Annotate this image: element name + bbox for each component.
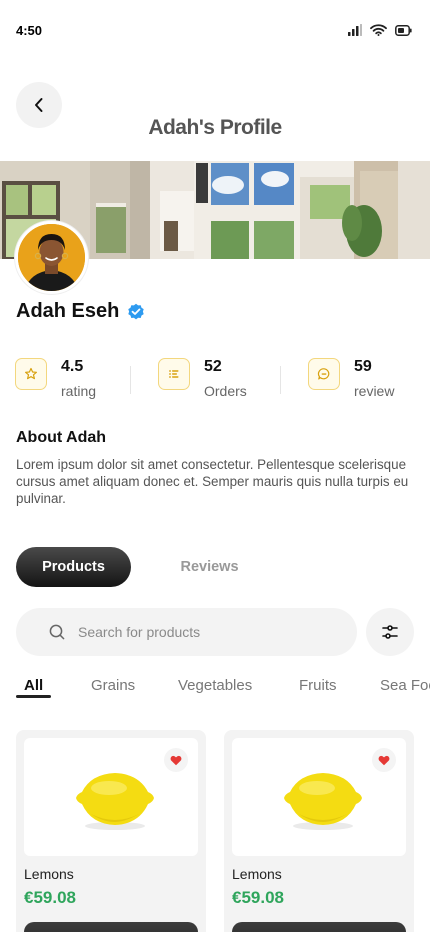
status-icons [348, 24, 412, 36]
tab-products[interactable]: Products [16, 547, 131, 587]
stat-review: 59 review [308, 356, 394, 399]
product-price: €59.08 [232, 888, 284, 907]
stat-label: review [354, 383, 395, 399]
verified-badge-icon [128, 303, 145, 319]
about-title: About Adah [16, 429, 107, 446]
avatar [15, 221, 88, 294]
filter-icon [382, 625, 398, 639]
category-sea-food[interactable]: Sea Food [380, 677, 430, 694]
lemon-image [284, 773, 362, 830]
product-image [24, 738, 198, 856]
stat-divider [280, 366, 281, 394]
product-price: €59.08 [24, 888, 76, 907]
stat-rating: 4.5 rating [15, 356, 96, 399]
search-box[interactable] [16, 608, 357, 656]
stat-divider [130, 366, 131, 394]
stat-value: 4.5 [61, 358, 84, 375]
star-icon [15, 358, 47, 390]
filter-button[interactable] [366, 608, 414, 656]
category-all[interactable]: All [24, 677, 43, 694]
profile-stats: 4.5 rating 52 Orders 59 review [15, 356, 415, 402]
lemon-image [76, 773, 154, 830]
heart-icon [378, 755, 390, 765]
favorite-button[interactable] [372, 748, 396, 772]
search-input[interactable] [78, 624, 318, 640]
stat-label: rating [61, 383, 97, 399]
page-title: Adah's Profile [148, 116, 282, 139]
product-name: Lemons [232, 866, 282, 882]
stat-value: 59 [354, 358, 372, 375]
list-icon [158, 358, 190, 390]
stat-label: Orders [204, 383, 247, 399]
tab-reviews[interactable]: Reviews [152, 547, 267, 587]
profile-name-row: Adah Eseh [16, 300, 145, 323]
chevron-left-icon [35, 98, 43, 112]
battery-icon [395, 24, 412, 36]
category-grains[interactable]: Grains [91, 677, 135, 694]
product-card[interactable]: Lemons €59.08 [224, 730, 414, 932]
category-active-indicator [16, 695, 51, 698]
status-time: 4:50 [16, 23, 43, 38]
chat-icon [308, 358, 340, 390]
category-fruits[interactable]: Fruits [299, 677, 337, 694]
category-vegetables[interactable]: Vegetables [178, 677, 252, 694]
profile-name: Adah Eseh [16, 300, 120, 322]
heart-icon [170, 755, 182, 765]
favorite-button[interactable] [164, 748, 188, 772]
product-name: Lemons [24, 866, 74, 882]
wifi-icon [370, 24, 387, 36]
stat-orders: 52 Orders [158, 356, 247, 399]
search-icon [49, 624, 65, 640]
product-image [232, 738, 406, 856]
category-tabs: All Grains Vegetables Fruits Sea Food [0, 675, 430, 705]
signal-icon [348, 24, 362, 36]
add-to-cart-button[interactable] [24, 922, 198, 932]
stat-value: 52 [204, 358, 222, 375]
status-bar: 4:50 [0, 0, 430, 60]
about-text: Lorem ipsum dolor sit amet consectetur. … [16, 457, 409, 506]
add-to-cart-button[interactable] [232, 922, 406, 932]
product-card[interactable]: Lemons €59.08 [16, 730, 206, 932]
